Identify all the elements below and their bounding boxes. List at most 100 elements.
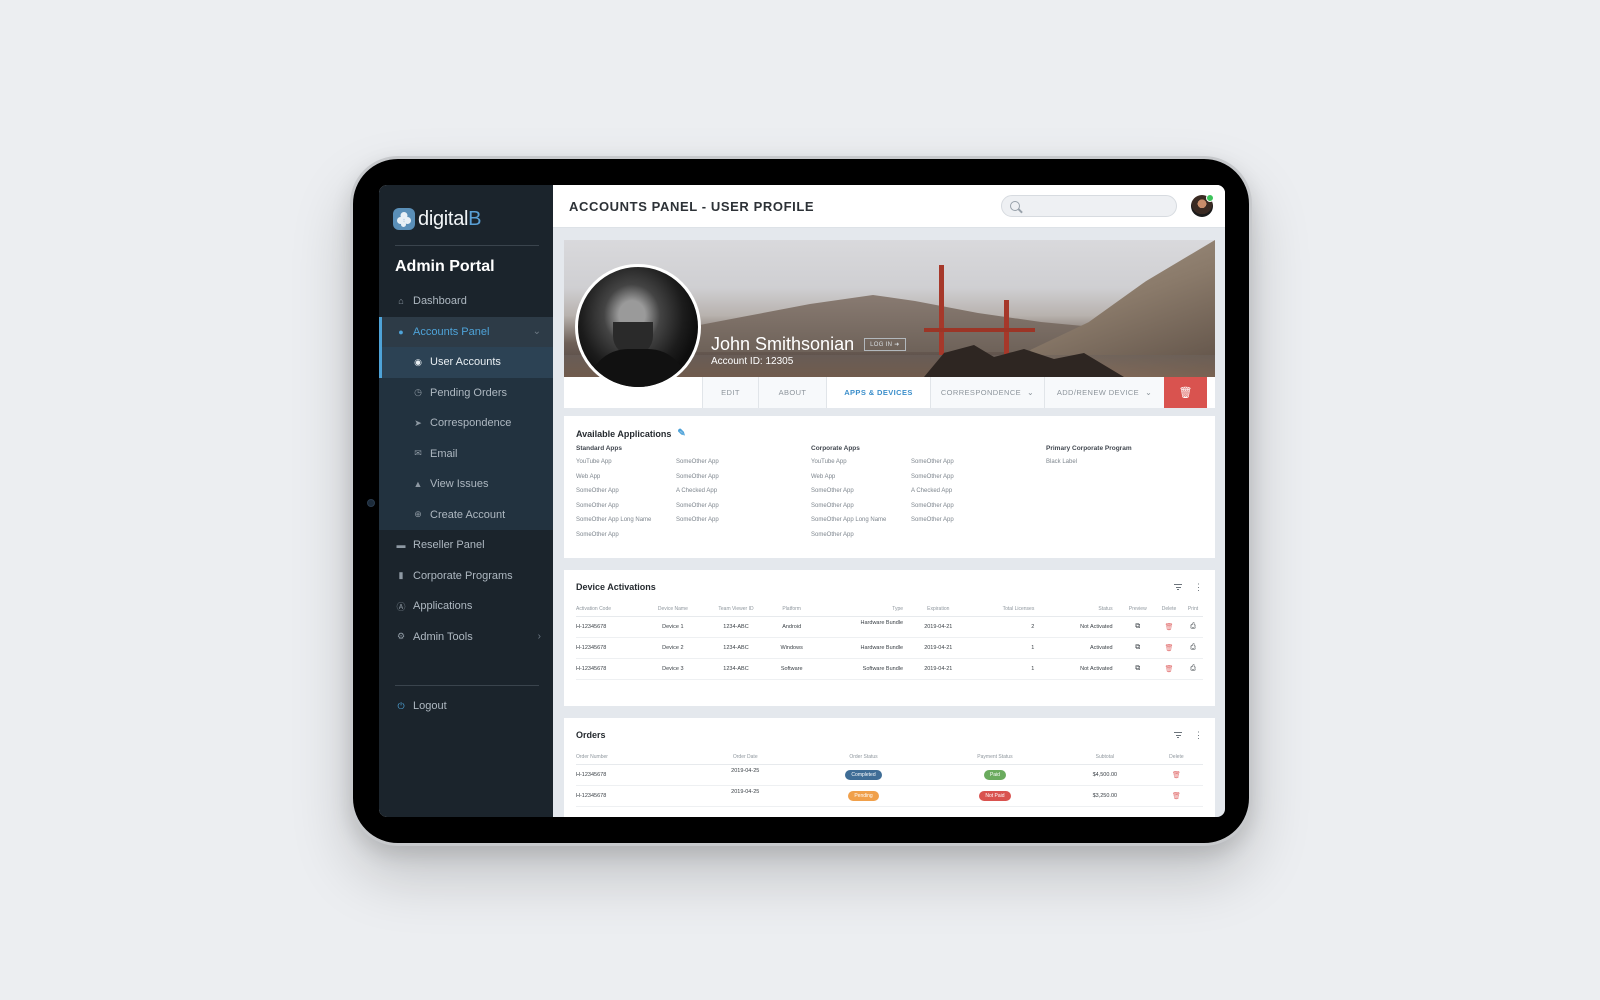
tablet-frame: digitalB Admin Portal ⌂ Dashboard ● Acco… — [350, 156, 1252, 846]
sidebar-item-correspondence[interactable]: ➤ Correspondence — [379, 408, 553, 439]
list-item: Black Label — [1046, 459, 1078, 465]
trash-icon[interactable]: 🗑 — [1165, 645, 1174, 652]
trash-icon[interactable]: 🗑 — [1172, 772, 1181, 779]
search-box[interactable] — [1001, 195, 1177, 217]
trash-icon[interactable]: 🗑 — [1165, 624, 1174, 631]
sidebar-item-label: Corporate Programs — [413, 569, 513, 582]
column-header[interactable]: Expiration — [911, 602, 966, 617]
table-row[interactable]: H-12345678 2019-04-25 Pending Not Paid $… — [576, 785, 1203, 807]
users-icon: ● — [398, 326, 404, 337]
filter-icon[interactable] — [1174, 584, 1182, 590]
column-header[interactable]: Order Number — [576, 750, 694, 765]
orders-table: Order Number Order Date Order Status Pay… — [576, 750, 1203, 807]
sidebar-item-email[interactable]: ✉ Email — [379, 439, 553, 470]
card-title: Device Activations — [576, 582, 656, 592]
print-icon[interactable]: ⎙ — [1190, 623, 1196, 630]
table-row[interactable]: H-12345678 Device 2 1234-ABC Windows Har… — [576, 637, 1203, 659]
sidebar-item-create-account[interactable]: ⊕ Create Account — [379, 500, 553, 531]
search-input[interactable] — [1024, 200, 1164, 212]
sidebar-item-label: Accounts Panel — [413, 325, 490, 338]
list-item: SomeOther App — [676, 473, 719, 480]
print-icon[interactable]: ⎙ — [1190, 644, 1196, 651]
sidebar-item-corporate-programs[interactable]: ▮ Corporate Programs — [379, 561, 553, 592]
user-avatar[interactable] — [1191, 194, 1214, 217]
delete-user-button[interactable]: 🗑 — [1164, 377, 1207, 408]
column-header: Print — [1183, 602, 1203, 617]
sidebar-item-reseller-panel[interactable]: ▬ Reseller Panel — [379, 530, 553, 561]
device-activations-card: Device Activations ⋮ Activation Code Dev… — [564, 570, 1215, 706]
standard-apps: Standard Apps YouTube App Web App SomeOt… — [576, 445, 811, 547]
sidebar-item-label: View Issues — [430, 478, 489, 491]
login-as-user-button[interactable]: LOG IN ➜ — [864, 338, 906, 351]
column-header[interactable]: Order Date — [693, 750, 797, 765]
card-title: Orders — [576, 730, 606, 740]
page-title: ACCOUNTS PANEL - USER PROFILE — [569, 198, 815, 214]
column-header[interactable]: Payment Status — [930, 750, 1060, 765]
logo[interactable]: digitalB — [379, 185, 553, 245]
chevron-down-icon: ⌄ — [1027, 388, 1035, 397]
table-row[interactable]: H-12345678 Device 3 1234-ABC Software So… — [576, 658, 1203, 680]
column-header[interactable]: Status — [1042, 602, 1121, 617]
profile-photo — [575, 264, 701, 390]
chevron-down-icon: ⌄ — [1145, 388, 1153, 397]
chevron-down-icon: ⌄ — [532, 326, 541, 338]
column-header[interactable]: Activation Code — [576, 602, 644, 617]
list-item: SomeOther App — [576, 502, 619, 509]
logo-icon — [393, 208, 415, 230]
profile-name: John Smithsonian — [711, 334, 855, 354]
tab-edit[interactable]: EDIT — [702, 377, 758, 408]
list-item: Web App — [811, 473, 836, 480]
warning-icon: ▲ — [413, 479, 423, 490]
table-row[interactable]: H-12345678 Device 1 1234-ABC Android Har… — [576, 616, 1203, 638]
sidebar-item-pending-orders[interactable]: ◷ Pending Orders — [379, 378, 553, 409]
top-bar: ACCOUNTS PANEL - USER PROFILE — [553, 185, 1225, 228]
tab-about[interactable]: ABOUT — [758, 377, 826, 408]
list-item: A Checked App — [676, 488, 718, 495]
list-item: SomeOther App Long Name — [811, 517, 887, 524]
pencil-icon[interactable]: ✎ — [677, 428, 685, 439]
sidebar-item-label: Email — [430, 447, 458, 460]
column-header[interactable]: Device Name — [643, 602, 702, 617]
logout-label: Logout — [413, 700, 447, 713]
filter-icon[interactable] — [1174, 732, 1182, 738]
logout-button[interactable]: ⏻ Logout — [379, 691, 553, 722]
column-header[interactable]: Type — [813, 602, 912, 617]
column-header[interactable]: Team Viewer ID — [701, 602, 771, 617]
column-header[interactable]: Order Status — [796, 750, 931, 765]
list-item: SomeOther App — [676, 517, 719, 524]
portal-title: Admin Portal — [395, 258, 495, 275]
logo-text: digital — [418, 207, 469, 230]
sidebar-item-accounts-panel[interactable]: ● Accounts Panel ⌄ — [379, 316, 553, 347]
clock-icon: ◷ — [414, 387, 422, 398]
column-header[interactable]: Subtotal — [1059, 750, 1150, 765]
list-item: Web App — [576, 473, 601, 480]
list-item: SomeOther App — [576, 488, 619, 495]
app-store-icon: Ⓐ — [396, 601, 406, 612]
card-title: Available Applications — [576, 428, 672, 439]
sidebar-item-dashboard[interactable]: ⌂ Dashboard — [379, 286, 553, 317]
tab-correspondence[interactable]: CORRESPONDENCE ⌄ — [930, 377, 1044, 408]
print-icon[interactable]: ⎙ — [1190, 665, 1196, 672]
list-item: SomeOther App — [811, 502, 854, 509]
preview-icon[interactable]: ⧉ — [1135, 665, 1140, 672]
sidebar-item-label: Admin Tools — [413, 630, 473, 643]
table-row[interactable]: H-12345678 2019-04-25 Completed Paid $4,… — [576, 764, 1203, 786]
column-header[interactable]: Total Licenses — [965, 602, 1043, 617]
more-vertical-icon[interactable]: ⋮ — [1194, 730, 1203, 740]
trash-icon[interactable]: 🗑 — [1165, 666, 1174, 673]
trash-icon[interactable]: 🗑 — [1172, 793, 1181, 800]
preview-icon[interactable]: ⧉ — [1135, 623, 1140, 630]
more-vertical-icon[interactable]: ⋮ — [1194, 582, 1203, 592]
tab-apps-devices[interactable]: APPS & DEVICES — [826, 377, 930, 408]
tab-add-renew-device[interactable]: ADD/RENEW DEVICE ⌄ — [1044, 377, 1164, 408]
column-header[interactable]: Platform — [770, 602, 814, 617]
sidebar-item-view-issues[interactable]: ▲ View Issues — [379, 469, 553, 500]
chevron-right-icon: › — [537, 631, 541, 643]
preview-icon[interactable]: ⧉ — [1135, 644, 1140, 651]
sidebar-item-user-accounts[interactable]: ◉ User Accounts — [379, 347, 553, 378]
main-area: ACCOUNTS PANEL - USER PROFILE John Smith… — [553, 185, 1225, 817]
sidebar-item-applications[interactable]: Ⓐ Applications — [379, 591, 553, 622]
sidebar-item-admin-tools[interactable]: ⚙ Admin Tools › — [379, 622, 553, 653]
available-applications-card: Available Applications ✎ Standard Apps Y… — [564, 416, 1215, 558]
camera-icon — [367, 499, 375, 507]
